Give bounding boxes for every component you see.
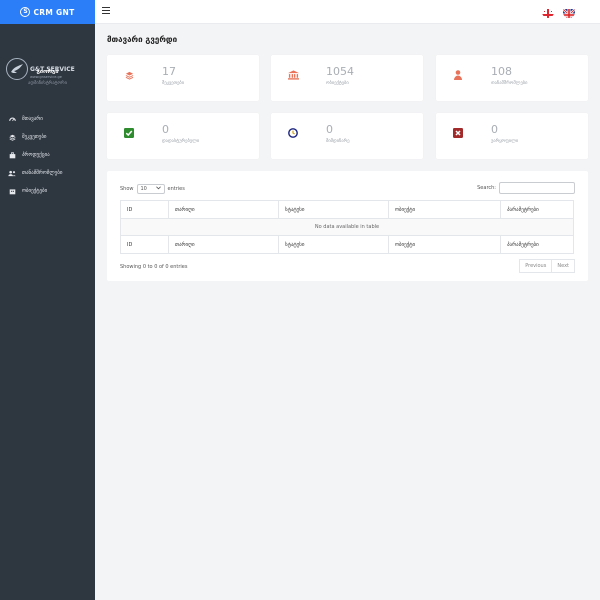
- column-header-object[interactable]: ობიექტი: [388, 200, 501, 219]
- users-icon: [8, 169, 16, 177]
- stat-label: შეკვეთები: [162, 81, 185, 86]
- table-header-row: ID თარიღი სტატუსი ობიექტი პარამეტრები: [120, 200, 574, 219]
- next-button[interactable]: Next: [552, 259, 575, 273]
- page-size-value: 10: [140, 186, 147, 192]
- georgian-flag-icon[interactable]: [542, 6, 554, 18]
- show-label: Show: [120, 186, 134, 192]
- bank-icon: [287, 69, 299, 81]
- stat-count: 17: [162, 65, 176, 78]
- search-control: Search:: [477, 182, 575, 194]
- stat-card-in-progress[interactable]: 0 მიმდინარე: [271, 113, 423, 159]
- sidebar-item-employees[interactable]: თანამშრომლები: [0, 164, 95, 182]
- stat-count: 0: [326, 123, 333, 136]
- uk-flag-icon[interactable]: [563, 6, 575, 18]
- user-role: ადმინისტრატორი: [28, 81, 67, 86]
- stat-count: 0: [491, 123, 498, 136]
- column-footer-date: თარიღი: [168, 235, 279, 254]
- sidebar-item-orders[interactable]: შეკვეთები: [0, 128, 95, 146]
- table-footer-row: ID თარიღი სტატუსი ობიექტი პარამეტრები: [120, 235, 574, 254]
- previous-button[interactable]: Previous: [519, 259, 553, 273]
- stat-card-objects[interactable]: 1054 ობიექტები: [271, 55, 423, 101]
- building-icon: [8, 187, 16, 195]
- sidebar-item-objects[interactable]: ობიექტები: [0, 182, 95, 200]
- chevron-down-icon: [155, 186, 161, 192]
- stat-card-employees[interactable]: 108 თანამშრომლები: [436, 55, 588, 101]
- company-url: www.gnservice.ge: [30, 75, 62, 79]
- stat-label: თანამშრომლები: [491, 81, 528, 86]
- column-header-date[interactable]: თარიღი: [168, 200, 279, 219]
- page-size-control: Show 10 entries: [120, 184, 185, 194]
- orders-table-panel: Show 10 entries Search: ID თარიღი სტატუს…: [107, 171, 588, 281]
- column-footer-status: სტატუსი: [278, 235, 389, 254]
- stat-label: ობიექტები: [326, 81, 349, 86]
- stat-label: უარყოფილი: [491, 139, 519, 144]
- stat-count: 1054: [326, 65, 354, 78]
- sidebar-item-label: თანამშრომლები: [22, 170, 63, 176]
- user-panel: G&T SERVICE www.gnservice.ge: [0, 24, 95, 98]
- search-label: Search:: [477, 185, 496, 191]
- orders-table: ID თარიღი სტატუსი ობიექტი პარამეტრები No…: [120, 200, 574, 254]
- sidebar-item-label: პროდუქცია: [22, 152, 50, 158]
- sidebar-nav: მთავარი შეკვეთები პროდუქცია თანამშრომლებ…: [0, 110, 95, 200]
- stat-label: დადასტურებული: [162, 139, 200, 144]
- check-square-icon: [123, 127, 135, 139]
- s-logo-icon: S: [20, 7, 31, 17]
- briefcase-icon: [8, 151, 16, 159]
- column-header-id[interactable]: ID: [120, 200, 169, 219]
- entries-label: entries: [167, 186, 185, 192]
- hamburger-icon[interactable]: [102, 7, 110, 15]
- clock-icon: [287, 127, 299, 139]
- column-footer-id: ID: [120, 235, 169, 254]
- table-info: Showing 0 to 0 of 0 entries: [120, 264, 188, 270]
- stat-label: მიმდინარე: [326, 139, 350, 144]
- page-size-select[interactable]: 10: [136, 184, 165, 194]
- column-footer-object: ობიექტი: [388, 235, 501, 254]
- sidebar-item-home[interactable]: მთავარი: [0, 110, 95, 128]
- top-bar: [95, 0, 600, 24]
- table-row: No data available in table: [120, 218, 574, 236]
- stat-card-orders[interactable]: 17 შეკვეთები: [107, 55, 259, 101]
- brand-name: CRM GNT: [33, 7, 75, 17]
- pagination: Previous Next: [519, 259, 575, 273]
- sidebar: S CRM GNT G&T SERVICE www.gnservice.ge გ…: [0, 0, 95, 600]
- search-input[interactable]: [499, 182, 575, 194]
- sidebar-item-products[interactable]: პროდუქცია: [0, 146, 95, 164]
- sidebar-item-label: ობიექტები: [22, 188, 48, 194]
- column-footer-parameters: პარამეტრები: [500, 235, 574, 254]
- page-title: მთავარი გვერდი: [107, 35, 178, 44]
- sidebar-item-label: მთავარი: [22, 116, 43, 122]
- layers-icon: [8, 133, 16, 141]
- stat-count: 0: [162, 123, 169, 136]
- column-header-status[interactable]: სტატუსი: [278, 200, 389, 219]
- column-header-parameters[interactable]: პარამეტრები: [500, 200, 574, 219]
- layers-icon: [123, 69, 135, 81]
- stat-card-confirmed[interactable]: 0 დადასტურებული: [107, 113, 259, 159]
- user-icon: [452, 69, 464, 81]
- brand-bar[interactable]: S CRM GNT: [0, 0, 95, 24]
- stat-count: 108: [491, 65, 512, 78]
- user-name: გიორგი: [36, 69, 59, 75]
- stat-card-rejected[interactable]: 0 უარყოფილი: [436, 113, 588, 159]
- sidebar-item-label: შეკვეთები: [22, 134, 47, 140]
- x-square-icon: [452, 127, 464, 139]
- empty-table-message: No data available in table: [120, 218, 574, 236]
- speedometer-icon: [8, 115, 16, 123]
